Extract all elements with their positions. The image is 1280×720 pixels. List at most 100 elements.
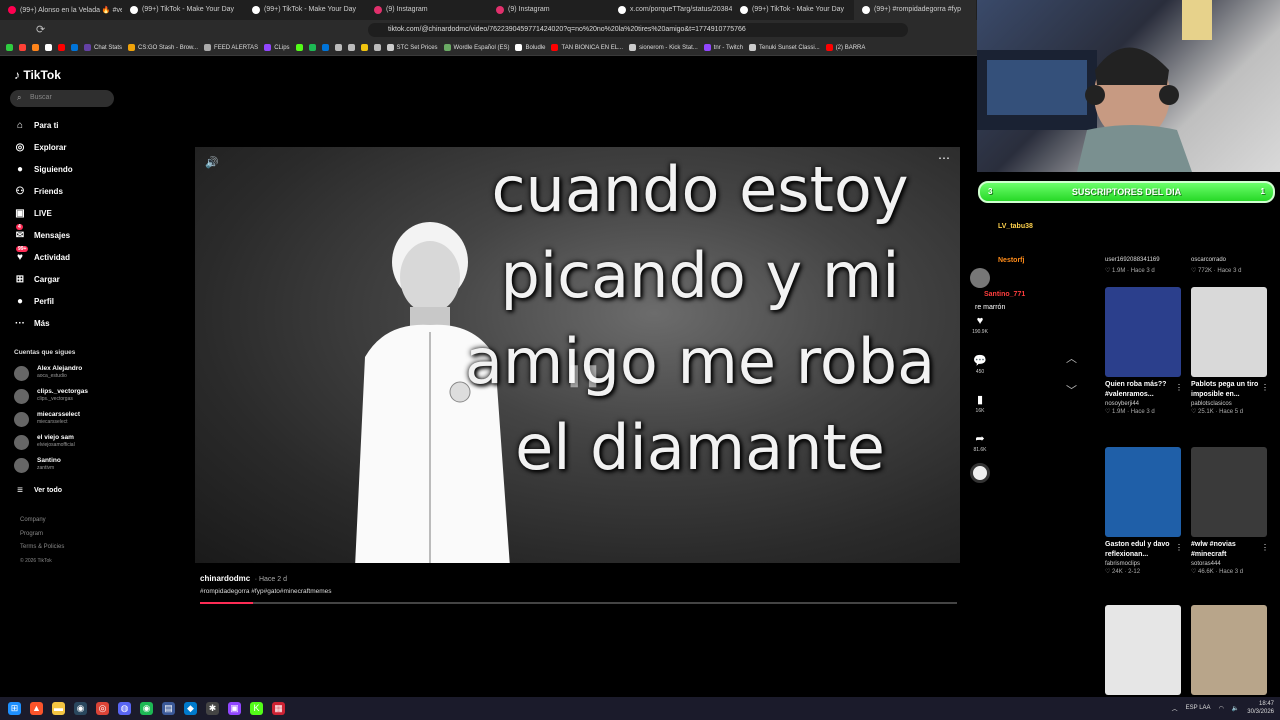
video-title[interactable]: Gaston edul y davo reflexionan... (1105, 540, 1175, 560)
more-options-icon[interactable]: ⋯ (938, 151, 950, 165)
app2-icon[interactable]: ✱ (206, 702, 219, 715)
bookmark-item[interactable] (19, 44, 26, 51)
bookmark-item[interactable] (58, 44, 65, 51)
video-title[interactable]: Quien roba más?? #valenramos... (1105, 380, 1175, 400)
bookmark-item[interactable] (334, 44, 342, 51)
bookmark-item[interactable]: CS:GO Stash - Brow... (128, 44, 198, 51)
bookmark-item[interactable]: Chat Stats (84, 44, 122, 51)
browser-tab[interactable]: (9) Instagram (488, 0, 610, 20)
creator-avatar[interactable] (970, 268, 990, 288)
related-video-card[interactable]: Pablots pega un tiro imposible en... pabl… (1191, 287, 1271, 415)
bookmark-item[interactable] (321, 44, 329, 51)
url-field[interactable]: tiktok.com/@chinardodmc/video/7622390459… (368, 23, 908, 37)
related-video-card[interactable]: Gaston edul y davo reflexionan... fabrism… (1105, 447, 1185, 575)
nav-item-activity[interactable]: ♥ Actividad 99+ (14, 246, 70, 264)
video-thumbnail[interactable] (1105, 605, 1181, 695)
video-hashtags[interactable]: #rompidadegorra #fyp#gato#minecraftmemes (200, 588, 332, 595)
clock[interactable]: 18:47 30/3/2026 (1247, 700, 1274, 716)
video-title[interactable]: #wlw #novias #minecraft (1191, 540, 1261, 560)
browser-tab[interactable]: (99+) TikTok - Make Your Day (732, 0, 854, 20)
chevron-up-icon[interactable]: ︿ (1066, 350, 1077, 366)
more-options-icon[interactable]: ⋮ (1175, 543, 1183, 552)
footer-link[interactable]: Program (20, 531, 43, 537)
bookmark-item[interactable] (360, 44, 368, 51)
video-thumbnail[interactable] (1191, 287, 1267, 377)
footer-link[interactable]: Company (20, 517, 46, 523)
volume-icon[interactable]: 🔊 (205, 156, 219, 169)
bookmark-item[interactable] (6, 44, 13, 51)
lang-indicator[interactable]: ESP LAA (1186, 705, 1211, 711)
bookmark-item[interactable] (347, 44, 355, 51)
brave-icon[interactable]: ▲ (30, 702, 43, 715)
volume-icon[interactable]: 🔈 (1232, 705, 1239, 712)
search-input[interactable]: ⌕ Buscar (10, 90, 114, 107)
video-thumbnail[interactable] (1105, 287, 1181, 377)
footer-link[interactable]: Terms & Policies (20, 544, 64, 550)
share-button[interactable]: ➦ 81.6K (970, 432, 990, 453)
browser-tab[interactable]: (99+) TikTok - Make Your Day (244, 0, 366, 20)
video-user[interactable]: nosoyberji44 (1105, 401, 1185, 407)
video-thumbnail[interactable] (1191, 605, 1267, 695)
browser-tab[interactable]: (99+) Alonso en la Velada 🔥 #velada (0, 0, 122, 20)
bookmark-item[interactable]: CLips (264, 44, 290, 51)
video-author[interactable]: chinardodmc (200, 574, 250, 583)
related-video-card[interactable]: Quien roba más?? #valenramos... nosoyberj… (1105, 287, 1185, 415)
bookmark-item[interactable] (32, 44, 39, 51)
top-video-user[interactable]: oscarcorrado (1191, 257, 1226, 263)
more-options-icon[interactable]: ⋮ (1175, 383, 1183, 392)
pause-icon[interactable]: ❚❚ (565, 362, 602, 388)
chevron-up-icon[interactable]: ︿ (1172, 704, 1178, 713)
related-video-card[interactable] (1191, 605, 1271, 695)
browser-tab[interactable]: x.com/porqueTTarg/status/2038442 (610, 0, 732, 20)
bookmark-item[interactable]: (2) BARRA (825, 44, 865, 51)
top-video-user[interactable]: user1692088341169 (1105, 257, 1160, 263)
kick-icon[interactable]: K (250, 702, 263, 715)
windows-start-icon[interactable]: ⊞ (8, 702, 21, 715)
chrome-icon[interactable]: ◎ (96, 702, 109, 715)
video-player[interactable]: cuando estoy picando y mi amigo me roba … (195, 147, 960, 563)
nav-item-messages[interactable]: ✉ Mensajes 4 (14, 224, 70, 242)
app-icon[interactable]: ▤ (162, 702, 175, 715)
heart-button[interactable]: ♥ 190.9K (970, 315, 990, 335)
video-thumbnail[interactable] (1105, 447, 1181, 537)
bookmark-button[interactable]: ▮ 16K (970, 393, 990, 414)
bookmark-item[interactable]: TAN BIONICA EN EL... (551, 44, 623, 51)
comment-button[interactable]: 💬 450 (970, 354, 990, 375)
nav-item-profile[interactable]: ● Perfil (14, 294, 54, 308)
browser-tab[interactable]: (99+) #rompidadegorra #fyp (854, 0, 976, 20)
nav-item-more[interactable]: ··· Más (14, 316, 50, 330)
nav-item-upload[interactable]: ⊞ Cargar (14, 272, 60, 286)
music-disc[interactable] (970, 463, 990, 483)
twitch-icon[interactable]: ▣ (228, 702, 241, 715)
bookmark-item[interactable]: STC Set Prices (386, 44, 438, 51)
related-video-card[interactable] (1105, 605, 1185, 695)
browser-tab[interactable]: (99+) TikTok - Make Your Day (122, 0, 244, 20)
bookmark-item[interactable] (71, 44, 78, 51)
nav-item-friends[interactable]: ⚇ Friends (14, 184, 63, 198)
bookmark-item[interactable] (308, 44, 316, 51)
bookmark-item[interactable]: Boludle (515, 44, 545, 51)
obs-icon[interactable]: ▦ (272, 702, 285, 715)
bookmark-item[interactable]: Wordle Español (ES) (443, 44, 509, 51)
video-title[interactable]: Pablots pega un tiro imposible en... (1191, 380, 1261, 400)
video-thumbnail[interactable] (1191, 447, 1267, 537)
more-options-icon[interactable]: ⋮ (1261, 543, 1269, 552)
bookmark-item[interactable]: sionerom - Kick Stat... (629, 44, 698, 51)
see-all-link[interactable]: ≡ Ver todo (14, 483, 62, 497)
nav-item-following[interactable]: ● Siguiendo (14, 162, 73, 176)
bookmark-item[interactable] (373, 44, 381, 51)
nav-item-compass[interactable]: ◎ Explorar (14, 140, 67, 154)
spotify-icon[interactable]: ◉ (140, 702, 153, 715)
tiktok-logo[interactable]: ♪ TikTok (14, 68, 61, 82)
bookmark-item[interactable] (45, 44, 52, 51)
discord-icon[interactable]: ◍ (118, 702, 131, 715)
video-progress-bar[interactable] (200, 602, 957, 604)
reload-icon[interactable]: ⟳ (36, 23, 45, 36)
video-user[interactable]: fabrismoclips (1105, 561, 1185, 567)
bookmark-item[interactable]: tnr - Twitch (703, 44, 743, 51)
video-user[interactable]: sotoras444 (1191, 561, 1271, 567)
nav-item-live[interactable]: ▣ LIVE (14, 206, 52, 220)
video-user[interactable]: pablotsclasicos (1191, 401, 1271, 407)
steam-icon[interactable]: ◉ (74, 702, 87, 715)
wifi-icon[interactable]: ◠ (1219, 705, 1224, 712)
